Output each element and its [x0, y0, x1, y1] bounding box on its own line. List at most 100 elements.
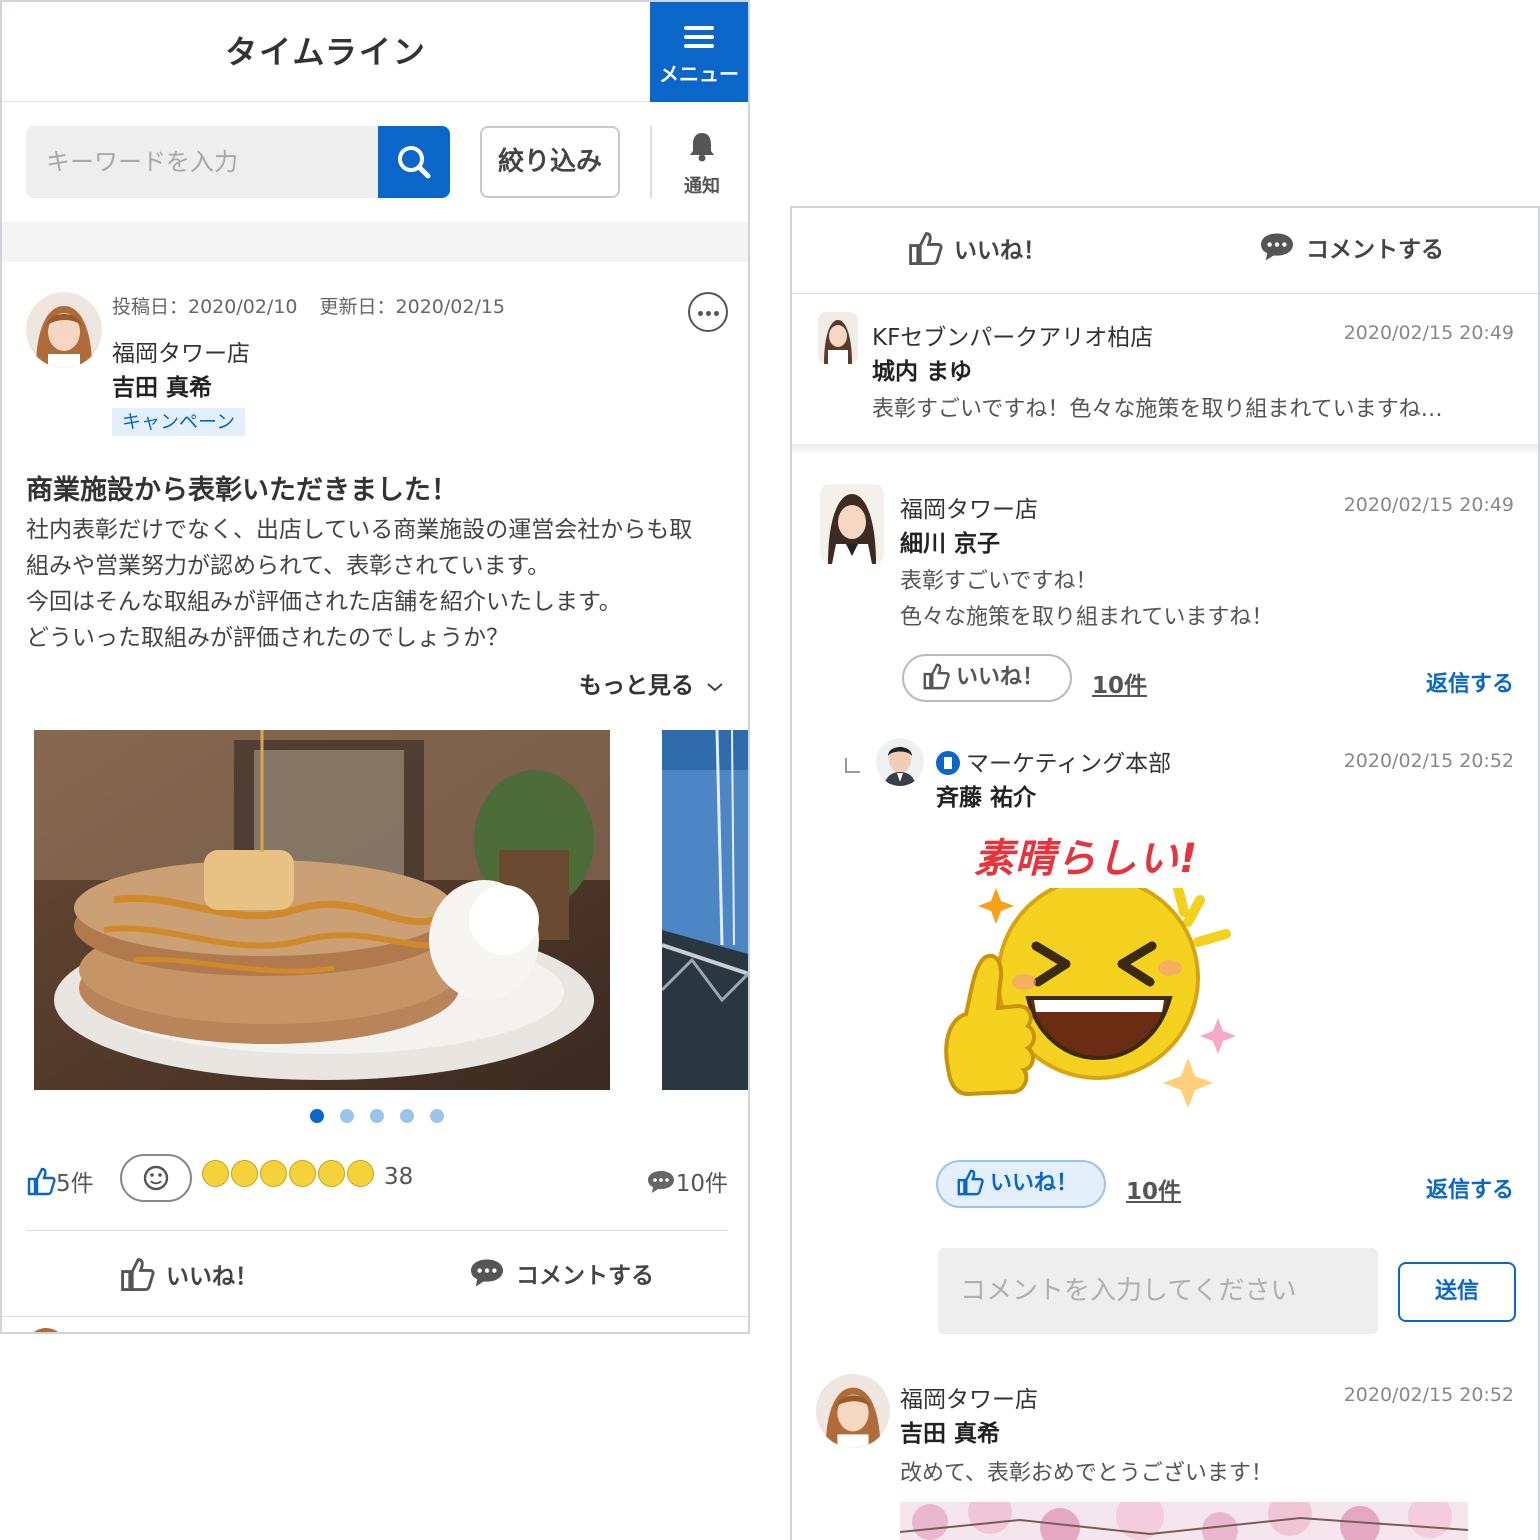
divider	[650, 126, 652, 198]
like-button[interactable]: いいね！	[906, 230, 1046, 270]
carousel-dot[interactable]	[370, 1109, 384, 1123]
menu-label: メニュー	[659, 62, 739, 86]
carousel-dot[interactable]	[340, 1109, 354, 1123]
see-more-link[interactable]: もっと見る	[579, 666, 724, 700]
thumbs-up-icon	[121, 1258, 155, 1292]
post-body-line: 社内表彰だけでなく、出店している商業施設の運営会社からも取	[26, 517, 693, 543]
app-header: タイムライン メニュー	[2, 2, 748, 102]
post-stats: 5件 38 10件	[26, 1154, 728, 1204]
carousel-dot[interactable]	[400, 1109, 414, 1123]
store-name: 福岡タワー店	[112, 341, 250, 367]
speech-bubble-icon	[471, 1259, 503, 1287]
speech-bubble-icon	[1261, 233, 1293, 261]
carousel-dot-active[interactable]	[310, 1109, 324, 1123]
comment-photo-cherry-blossoms[interactable]	[900, 1502, 1468, 1540]
smiling-emoji-icon	[231, 1160, 258, 1187]
category-tag[interactable]: キャンペーン	[112, 408, 246, 436]
comment-button-label: コメントする	[516, 1263, 654, 1289]
comment-date: 2020/02/15 20:52	[1343, 1384, 1514, 1406]
notification-label: 通知	[684, 176, 720, 197]
like-button[interactable]: いいね！	[118, 1256, 258, 1296]
divider	[26, 1230, 728, 1231]
avatar[interactable]	[26, 292, 102, 368]
post-body-line: どういった取組みが評価されたのでしょうか？	[26, 625, 509, 651]
carousel-dot[interactable]	[430, 1109, 444, 1123]
post-actions: いいね！ コメントする	[792, 208, 1538, 294]
post-dates: 投稿日：2020/02/10 更新日：2020/02/15	[112, 292, 505, 319]
comment-like-count[interactable]: 10件	[1126, 1172, 1181, 1206]
comment-count[interactable]: 10件	[646, 1164, 728, 1198]
avatar[interactable]	[816, 1374, 890, 1448]
like-count[interactable]: 5件	[26, 1164, 94, 1198]
comment-like-label: いいね！	[990, 1171, 1079, 1196]
add-reaction-button[interactable]	[120, 1154, 192, 1202]
commenter-name: 吉田 真希	[900, 1421, 1001, 1447]
crying-emoji-icon	[347, 1160, 374, 1187]
post-photo-pancakes[interactable]	[34, 730, 610, 1090]
comment-like-button[interactable]: いいね！	[936, 1160, 1106, 1208]
department-name: マーケティング本部	[966, 751, 1172, 777]
surprised-emoji-icon	[318, 1160, 345, 1187]
comment-text: 表彰すごいですね！	[900, 569, 1098, 594]
slight-smile-emoji-icon	[289, 1160, 316, 1187]
menu-button[interactable]: メニュー	[650, 2, 748, 102]
send-button[interactable]: 送信	[1398, 1262, 1516, 1322]
timeline-screen: タイムライン メニュー 絞り込み 通知	[0, 0, 750, 1334]
comment-count-label: 10件	[675, 1171, 728, 1197]
comment-input[interactable]	[938, 1248, 1378, 1334]
thumbs-up-smiley-stamp	[944, 888, 1236, 1108]
search-bar: 絞り込み 通知	[2, 102, 748, 222]
post-body-line: 今回はそんな取組みが評価された店舗を紹介いたします。	[26, 589, 622, 615]
avatar[interactable]	[876, 738, 924, 786]
comment-button-label: コメントする	[1306, 237, 1444, 263]
comment-like-button[interactable]: いいね！	[902, 654, 1072, 702]
comment-button[interactable]: コメントする	[1258, 230, 1444, 270]
reply-link[interactable]: 返信する	[1426, 1172, 1514, 1204]
comment-date: 2020/02/15 20:49	[1343, 494, 1514, 516]
comment-like-count[interactable]: 10件	[1092, 666, 1147, 700]
feed-gap	[2, 222, 748, 262]
like-button-label: いいね！	[954, 238, 1046, 264]
avatar[interactable]	[820, 484, 884, 564]
reaction-emojis[interactable]	[202, 1160, 376, 1196]
notification-button[interactable]: 通知	[662, 130, 742, 198]
more-options-button[interactable]	[688, 292, 728, 332]
commenter-name: 斉藤 祐介	[936, 785, 1037, 811]
reaction-count: 38	[384, 1164, 414, 1190]
comment-button[interactable]: コメントする	[468, 1256, 654, 1296]
author-name: 吉田 真希	[112, 375, 213, 401]
reply-link[interactable]: 返信する	[1426, 666, 1514, 698]
commenter-store: 福岡タワー店	[900, 1387, 1038, 1413]
thumbs-up-icon	[957, 1169, 984, 1196]
posted-date: 投稿日：2020/02/10	[112, 296, 298, 318]
thumbs-up-icon	[923, 663, 950, 690]
comment-date: 2020/02/15 20:49	[1343, 322, 1514, 344]
building-icon	[936, 750, 960, 775]
commenter-store: KFセブンパークアリオ柏店	[872, 325, 1154, 351]
comment-text: 表彰すごいですね！色々な施策を取り組まれていますね…	[872, 397, 1443, 422]
thumbs-up-icon	[909, 232, 943, 266]
avatar[interactable]	[26, 1328, 66, 1332]
comment-date: 2020/02/15 20:52	[1343, 750, 1514, 772]
like-count-label: 5件	[56, 1171, 94, 1197]
smiley-icon	[143, 1165, 169, 1191]
commenter-name: 細川 京子	[900, 531, 1001, 557]
avatar	[818, 312, 858, 364]
post-photo-next[interactable]	[662, 730, 748, 1090]
divider	[2, 1316, 748, 1317]
commenter-store: 福岡タワー店	[900, 497, 1038, 523]
comment-text: 色々な施策を取り組まれていますね！	[900, 605, 1274, 630]
chevron-down-icon	[707, 683, 723, 692]
post-body: 社内表彰だけでなく、出店している商業施設の運営会社からも取 組みや営業努力が認め…	[26, 512, 736, 656]
search-button[interactable]	[378, 126, 450, 198]
commenter-store: マーケティング本部	[936, 744, 1171, 778]
divider	[792, 444, 1538, 456]
filter-button[interactable]: 絞り込み	[480, 126, 620, 198]
laughing-emoji-icon	[202, 1160, 229, 1187]
search-input[interactable]	[26, 126, 378, 198]
timeline-post: 投稿日：2020/02/10 更新日：2020/02/15 福岡タワー店 吉田 真…	[2, 262, 748, 1332]
reply-indent-icon	[845, 758, 860, 773]
heart-eyes-emoji-icon	[260, 1160, 287, 1187]
comment-like-label: いいね！	[956, 665, 1045, 690]
page-title: タイムライン	[225, 33, 427, 71]
